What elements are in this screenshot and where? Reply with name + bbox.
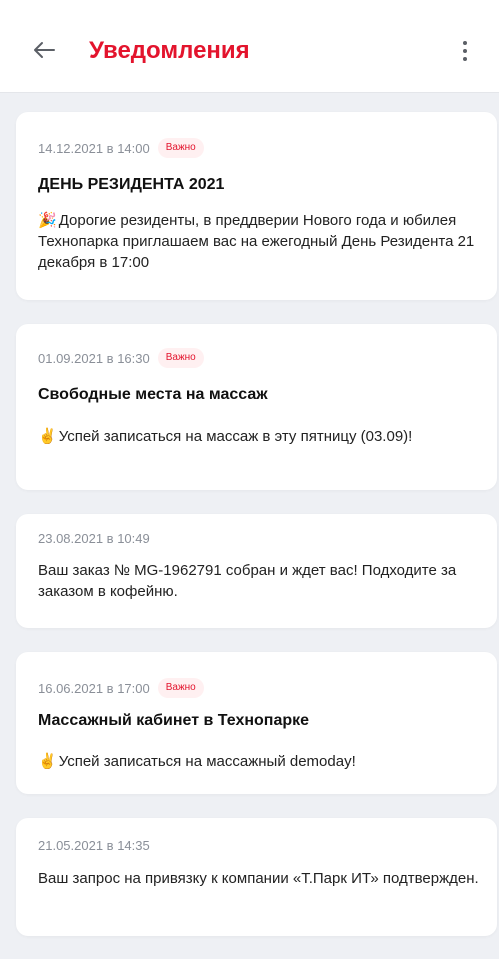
notification-date: 23.08.2021 в 10:49 xyxy=(38,531,150,546)
notification-date: 16.06.2021 в 17:00 xyxy=(38,680,150,696)
notification-title: Свободные места на массаж xyxy=(38,386,268,403)
important-badge: Важно xyxy=(157,138,204,158)
notification-text: Ваш заказ № MG-1962791 собран и ждет вас… xyxy=(38,562,457,600)
more-vertical-icon xyxy=(463,41,467,45)
notification-title: ДЕНЬ РЕЗИДЕНТА 2021 xyxy=(38,176,225,193)
notification-text: ✌️ Успей записаться на массаж в эту пятни… xyxy=(38,428,413,445)
victory-hand-emoji: ✌️ xyxy=(38,428,57,445)
more-menu-button[interactable] xyxy=(455,36,475,66)
app-header: Уведомления xyxy=(0,0,499,92)
notification-date: 01.09.2021 в 16:30 xyxy=(38,350,150,366)
notification-text: 🎉 Дорогие резиденты, в преддверии Нового … xyxy=(38,212,475,271)
important-badge: Важно xyxy=(157,348,204,368)
notification-date: 14.12.2021 в 14:00 xyxy=(38,140,150,156)
back-button[interactable] xyxy=(30,36,58,64)
notification-title: Массажный кабинет в Технопарке xyxy=(38,712,310,729)
notification-date: 21.05.2021 в 14:35 xyxy=(38,838,150,853)
notification-card[interactable]: 23.08.2021 в 10:49 Ваш заказ № MG-196279… xyxy=(16,514,497,628)
notification-card[interactable]: 16.06.2021 в 17:00 Важно Массажный кабин… xyxy=(16,652,497,794)
notification-text: Ваш запрос на привязку к компании «Т.Пар… xyxy=(38,870,479,887)
notification-card[interactable]: 01.09.2021 в 16:30 Важно Свободные места… xyxy=(16,324,497,490)
important-badge: Важно xyxy=(157,678,204,698)
page-title: Уведомления xyxy=(89,37,250,64)
party-emoji: 🎉 xyxy=(38,212,57,229)
arrow-left-icon xyxy=(34,42,55,58)
notification-card[interactable]: 21.05.2021 в 14:35 Ваш запрос на привязк… xyxy=(16,818,497,936)
victory-hand-emoji: ✌️ xyxy=(38,753,57,770)
notification-card[interactable]: 14.12.2021 в 14:00 Важно ДЕНЬ РЕЗИДЕНТА … xyxy=(16,112,497,300)
notification-text: ✌️ Успей записаться на массажный demoday! xyxy=(38,753,356,770)
